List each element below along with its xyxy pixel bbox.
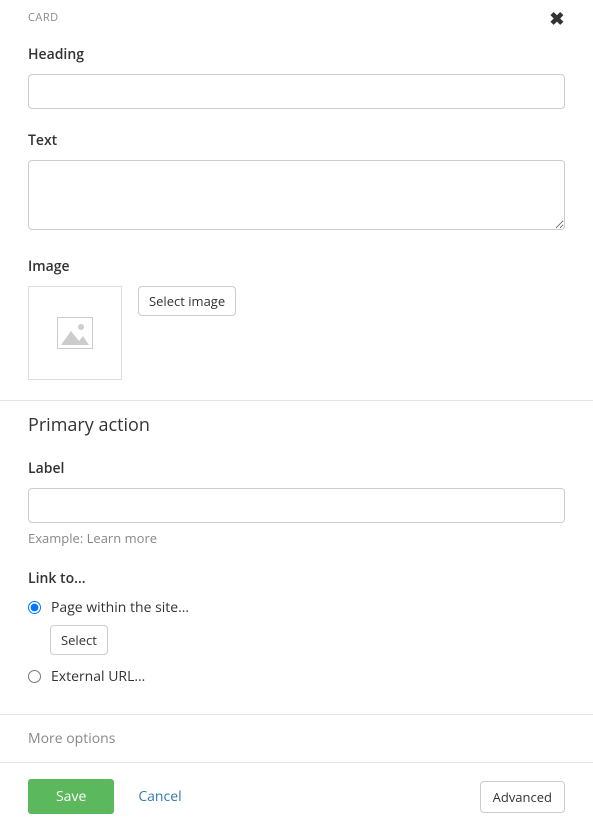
radio-internal-label[interactable]: Page within the site… <box>51 598 189 617</box>
link-to-label: Link to… <box>28 569 565 588</box>
card-fields-section: Heading Text Image Select image <box>0 33 593 401</box>
heading-field-group: Heading <box>28 45 565 109</box>
image-placeholder-icon <box>57 317 93 349</box>
radio-internal-row: Page within the site… <box>28 598 565 617</box>
more-options-toggle[interactable]: More options <box>0 714 593 763</box>
radio-external-row: External URL… <box>28 667 565 686</box>
image-field-group: Image Select image <box>28 257 565 380</box>
image-label: Image <box>28 257 565 276</box>
image-row: Select image <box>28 286 565 380</box>
close-icon[interactable]: ✖ <box>549 10 565 28</box>
dialog-header: CARD ✖ <box>0 0 593 33</box>
image-placeholder[interactable] <box>28 286 122 380</box>
dialog-title: CARD <box>28 10 59 25</box>
link-to-field-group: Link to… Page within the site… Select Ex… <box>28 569 565 686</box>
select-page-button[interactable]: Select <box>50 625 108 655</box>
text-field-group: Text <box>28 131 565 235</box>
heading-label: Heading <box>28 45 565 64</box>
radio-internal[interactable] <box>28 601 41 614</box>
primary-action-title: Primary action <box>28 413 565 437</box>
card-dialog: CARD ✖ Heading Text Image Select ima <box>0 0 593 830</box>
label-input[interactable] <box>28 488 565 523</box>
label-help-text: Example: Learn more <box>28 529 565 547</box>
advanced-button[interactable]: Advanced <box>480 781 565 813</box>
save-button[interactable]: Save <box>28 779 114 814</box>
primary-action-section: Primary action Label Example: Learn more… <box>0 401 593 714</box>
radio-external[interactable] <box>28 670 41 683</box>
select-image-button[interactable]: Select image <box>138 286 236 316</box>
label-label: Label <box>28 459 565 478</box>
cancel-button[interactable]: Cancel <box>138 787 181 806</box>
radio-internal-sub: Select <box>50 625 565 655</box>
dialog-footer: Save Cancel Advanced <box>0 763 593 830</box>
more-options-label: More options <box>28 729 115 748</box>
label-field-group: Label Example: Learn more <box>28 459 565 547</box>
text-label: Text <box>28 131 565 150</box>
heading-input[interactable] <box>28 74 565 109</box>
radio-external-label[interactable]: External URL… <box>51 667 145 686</box>
text-textarea[interactable] <box>28 160 565 230</box>
